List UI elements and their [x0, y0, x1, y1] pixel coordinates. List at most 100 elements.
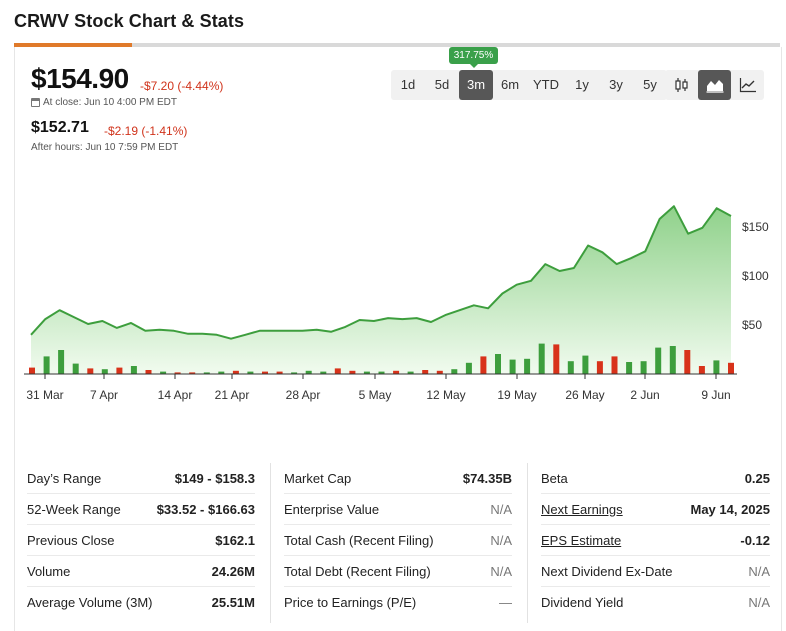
- volume-bar: [669, 346, 676, 374]
- x-tick-label: 9 Jun: [701, 388, 730, 402]
- line-chart-button[interactable]: [731, 70, 764, 100]
- stats-column-valuation: Market Cap $74.35B Enterprise Value N/A Tota…: [284, 463, 512, 623]
- stat-row: Average Volume (3M) 25.51M: [27, 587, 255, 618]
- volume-bar: [334, 368, 341, 374]
- area-chart-icon: [706, 80, 723, 93]
- stat-label: Next Dividend Ex-Date: [541, 563, 673, 579]
- stat-row: Previous Close $162.1: [27, 525, 255, 556]
- x-tick-label: 5 May: [359, 388, 392, 402]
- current-price: $154.90: [31, 63, 129, 94]
- volume-bar: [524, 358, 531, 374]
- page-title: CRWV Stock Chart & Stats: [14, 11, 245, 31]
- range-button-3y[interactable]: 3y: [599, 70, 633, 100]
- stat-value: -0.12: [740, 532, 770, 548]
- candlestick-button[interactable]: [665, 70, 698, 100]
- stats-divider: [527, 463, 528, 623]
- stat-label: Price to Earnings (P/E): [284, 595, 417, 610]
- x-tick-label: 26 May: [565, 388, 604, 402]
- close-time: At close: Jun 10 4:00 PM EDT: [31, 97, 177, 108]
- volume-bar: [509, 359, 516, 374]
- volume-bar: [116, 367, 123, 374]
- range-button-ytd[interactable]: YTD: [527, 70, 565, 100]
- volume-bar: [626, 362, 633, 374]
- x-tick-label: 2 Jun: [630, 388, 659, 402]
- volume-bar: [698, 366, 705, 374]
- stat-value: $74.35B: [462, 470, 512, 486]
- stat-value: $149 - $158.3: [174, 470, 255, 486]
- volume-bar: [480, 356, 487, 374]
- stat-label: Previous Close: [27, 532, 115, 548]
- x-tick-label: 31 Mar: [26, 388, 63, 402]
- x-tick-label: 21 Apr: [215, 388, 250, 402]
- stat-row: Price to Earnings (P/E) —: [284, 587, 512, 618]
- x-tick-label: 19 May: [497, 388, 536, 402]
- stat-label: Total Cash (Recent Filing): [284, 532, 434, 548]
- stat-row: Day’s Range $149 - $158.3: [27, 463, 255, 494]
- y-tick-label: $100: [742, 269, 769, 283]
- volume-bar: [538, 343, 545, 374]
- stat-row: Next Dividend Ex-Date N/A: [541, 556, 770, 587]
- range-button-5y[interactable]: 5y: [633, 70, 667, 100]
- stat-label: Enterprise Value: [284, 501, 380, 517]
- stat-value: N/A: [490, 501, 512, 517]
- range-selector: 1d 5d 3m 6m YTD 1y 3y 5y: [391, 70, 667, 100]
- stat-row: Volume 24.26M: [27, 556, 255, 587]
- stat-row: Beta 0.25: [541, 463, 770, 494]
- stat-label: Beta: [541, 470, 568, 486]
- stats-column-earnings: Beta 0.25 Next Earnings May 14, 2025 EPS Est…: [541, 463, 770, 623]
- stats-column-price: Day’s Range $149 - $158.3 52-Week Range $33…: [27, 463, 255, 623]
- price-change: -$7.20 (-4.44%): [140, 79, 224, 93]
- volume-bar: [582, 355, 589, 374]
- stat-row: Total Debt (Recent Filing) N/A: [284, 556, 512, 587]
- volume-bar: [145, 370, 152, 374]
- stat-value: May 14, 2025: [690, 501, 770, 517]
- range-button-6m[interactable]: 6m: [493, 70, 527, 100]
- volume-bar: [130, 366, 137, 374]
- x-tick-label: 14 Apr: [158, 388, 193, 402]
- range-button-3m[interactable]: 3m: [459, 70, 493, 100]
- y-tick-label: $150: [742, 220, 769, 234]
- stat-label: Average Volume (3M): [27, 595, 153, 610]
- stat-value: N/A: [748, 563, 770, 579]
- volume-bar: [728, 362, 734, 374]
- volume-bar: [58, 350, 65, 374]
- stat-value: N/A: [748, 595, 770, 610]
- volume-bar: [611, 356, 618, 374]
- y-tick-label: $50: [742, 318, 762, 332]
- volume-bar: [567, 361, 574, 374]
- x-tick-label: 7 Apr: [90, 388, 118, 402]
- stat-label[interactable]: EPS Estimate: [541, 533, 621, 548]
- stat-value: $33.52 - $166.63: [156, 501, 255, 517]
- range-button-5d[interactable]: 5d: [425, 70, 459, 100]
- volume-bar: [553, 344, 560, 374]
- range-return-badge: 317.75%: [449, 47, 498, 68]
- stat-label: Volume: [27, 563, 71, 579]
- range-button-1d[interactable]: 1d: [391, 70, 425, 100]
- stat-row: Next Earnings May 14, 2025: [541, 494, 770, 525]
- stat-row: EPS Estimate -0.12: [541, 525, 770, 556]
- close-time-text: At close: Jun 10 4:00 PM EDT: [43, 97, 177, 108]
- stats-divider: [270, 463, 271, 623]
- stat-value: $162.1: [215, 532, 255, 548]
- volume-bar: [640, 361, 647, 374]
- stat-label: 52-Week Range: [27, 501, 121, 517]
- volume-bar: [87, 368, 94, 374]
- stat-label: Market Cap: [284, 470, 352, 486]
- volume-bar: [684, 350, 691, 374]
- line-chart-icon: [739, 78, 756, 93]
- stat-label[interactable]: Next Earnings: [541, 502, 623, 517]
- area-chart-button[interactable]: [698, 70, 731, 100]
- stat-value: 24.26M: [211, 563, 255, 579]
- volume-bar: [655, 347, 662, 374]
- volume-bar: [72, 363, 79, 374]
- x-tick-label: 12 May: [426, 388, 465, 402]
- range-button-1y[interactable]: 1y: [565, 70, 599, 100]
- candlestick-icon: [674, 78, 688, 92]
- after-hours-price: $152.71: [31, 119, 89, 136]
- volume-bar: [465, 362, 472, 374]
- stat-row: Market Cap $74.35B: [284, 463, 512, 494]
- after-hours-time: After hours: Jun 10 7:59 PM EDT: [31, 142, 179, 153]
- stat-value: N/A: [490, 563, 512, 579]
- stat-label: Day’s Range: [27, 470, 102, 486]
- stat-row: Enterprise Value N/A: [284, 494, 512, 525]
